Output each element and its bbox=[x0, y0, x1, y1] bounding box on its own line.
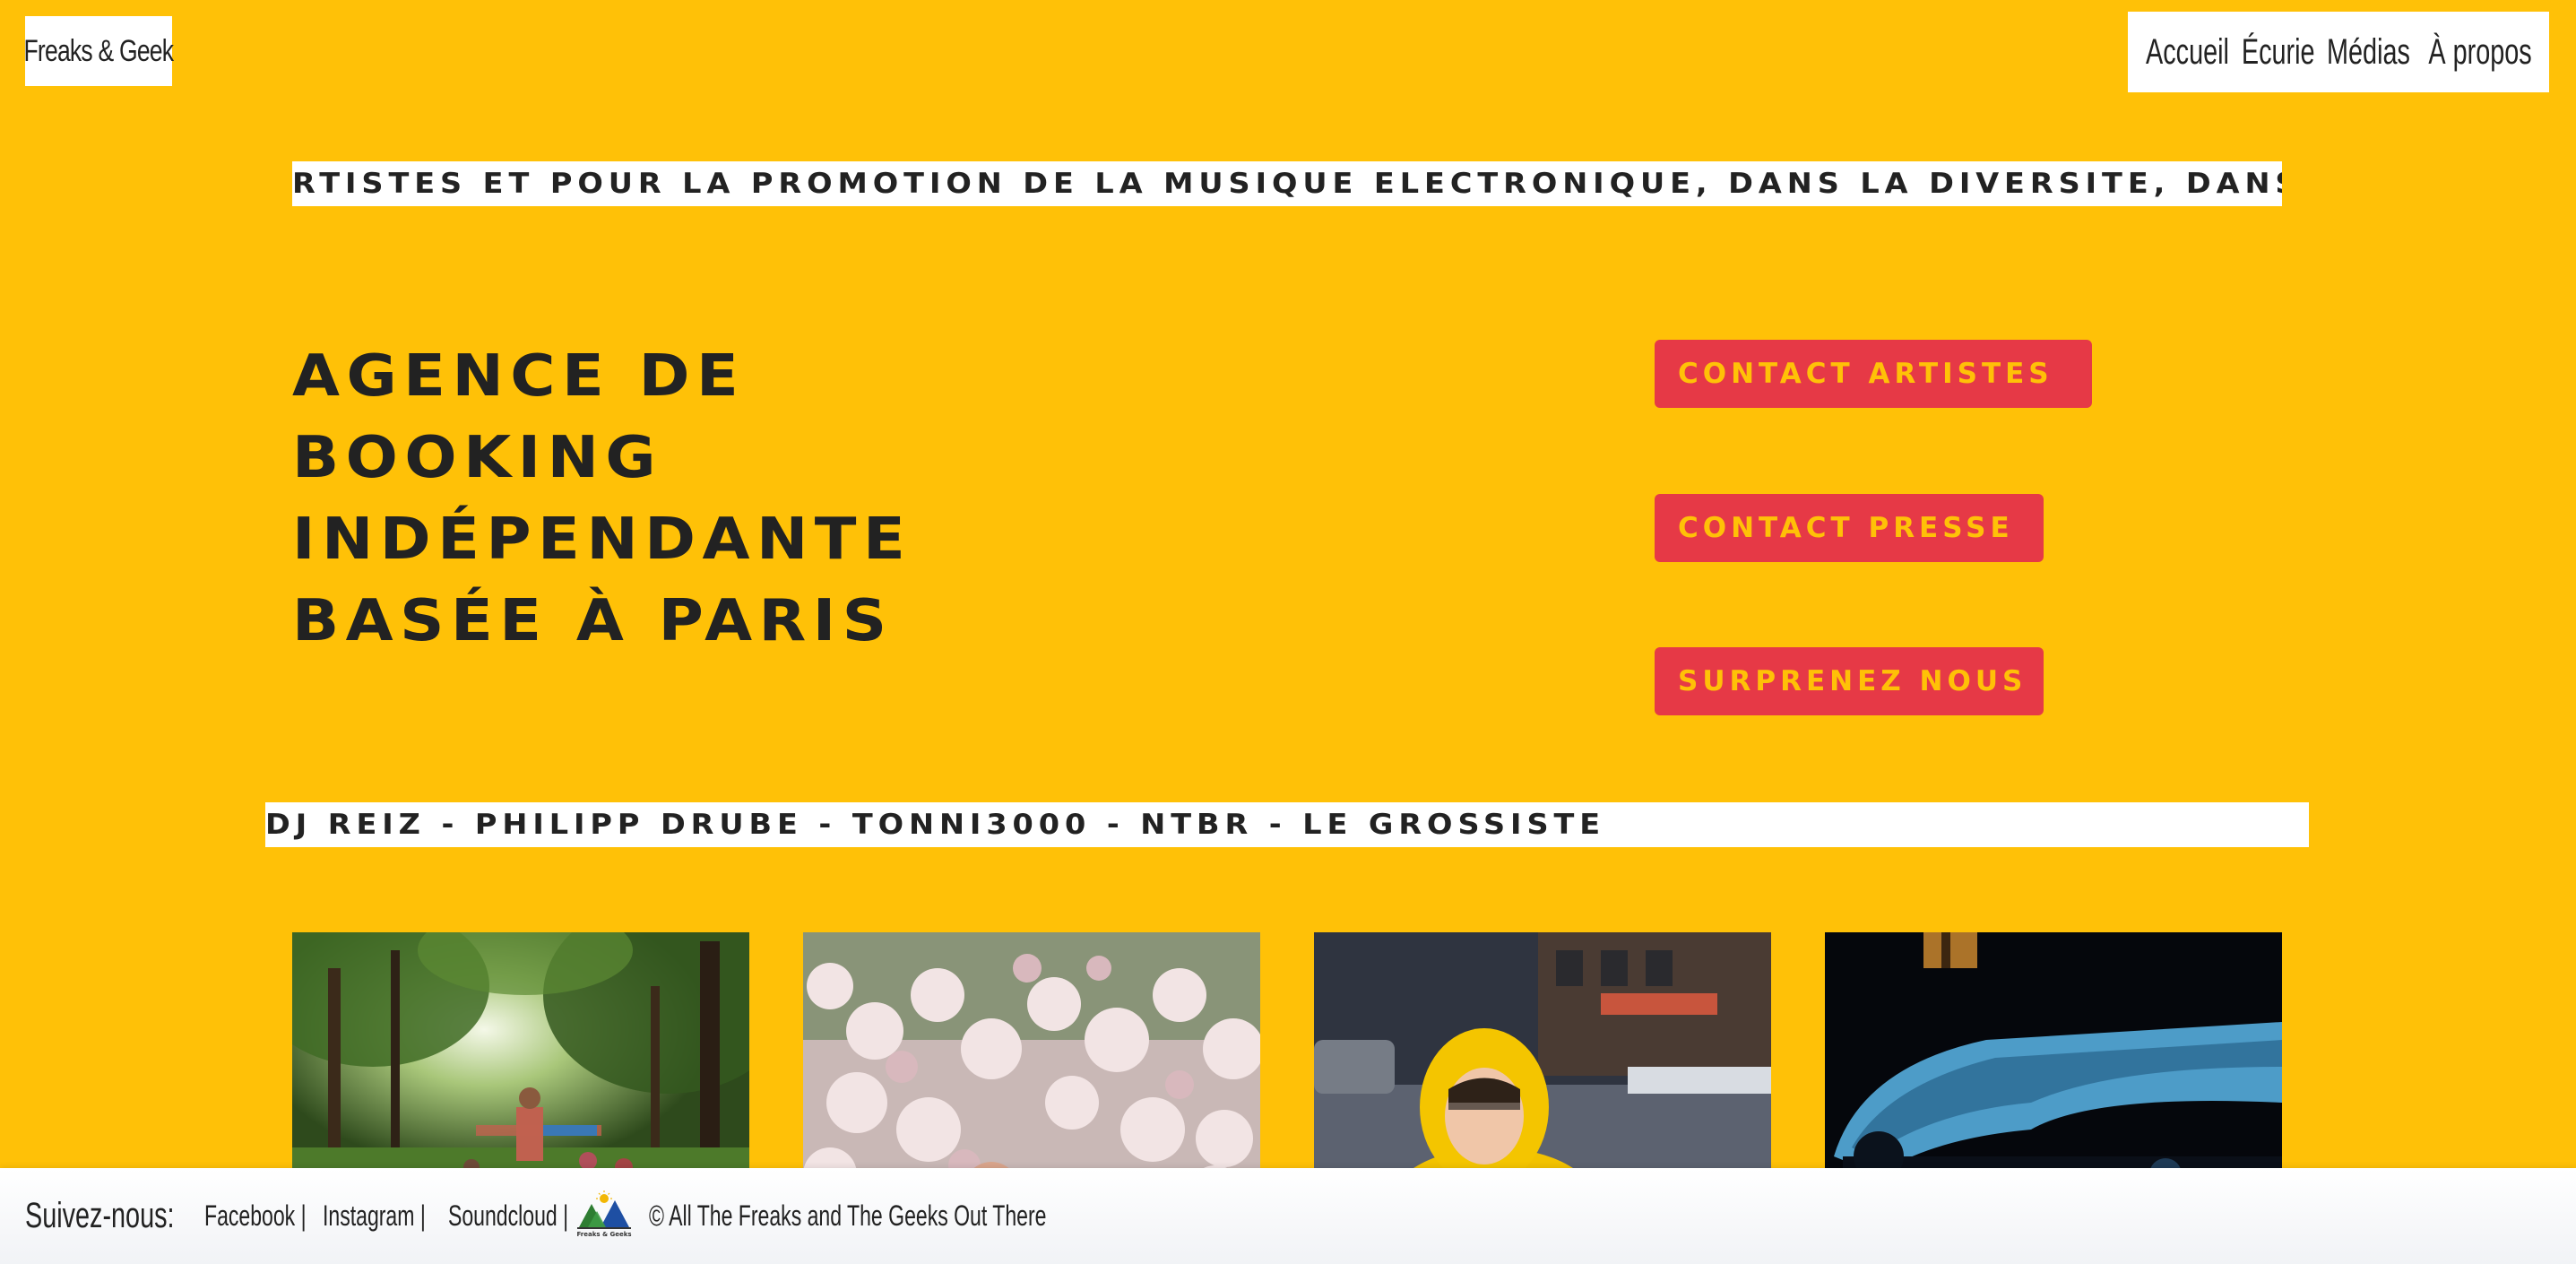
artists-ticker-text: DJ REIZ - PHILIPP DRUBE - TONNI3000 - NT… bbox=[265, 809, 1606, 841]
freaks-geeks-logo: Freaks & Geeks bbox=[576, 1190, 632, 1238]
site-footer: Suivez-nous: Facebook | Instagram | Soun… bbox=[0, 1168, 2576, 1264]
brand-logo-link[interactable]: Freaks & Geek bbox=[23, 16, 175, 86]
follow-us-label: Suivez-nous: bbox=[25, 1196, 175, 1235]
nav-item-accueil[interactable]: Accueil bbox=[2146, 32, 2229, 73]
contact-presse-button[interactable]: Contact Presse bbox=[1655, 494, 2044, 562]
logo-text: Freaks & Geeks bbox=[576, 1231, 631, 1238]
nav-item-ecurie[interactable]: Écurie bbox=[2242, 32, 2315, 73]
facebook-link[interactable]: Facebook | bbox=[204, 1199, 307, 1233]
main-nav: Accueil Écurie Médias À propos bbox=[2128, 12, 2549, 92]
soundcloud-link[interactable]: Soundcloud | bbox=[448, 1199, 568, 1233]
surprenez-nous-button[interactable]: Surprenez Nous bbox=[1655, 647, 2044, 715]
mission-ticker: RTISTES ET POUR LA PROMOTION DE LA MUSIQ… bbox=[292, 161, 2282, 206]
mission-ticker-text: RTISTES ET POUR LA PROMOTION DE LA MUSIQ… bbox=[292, 168, 2282, 200]
contact-artistes-button[interactable]: Contact Artistes bbox=[1655, 340, 2092, 408]
brand-name: Freaks & Geek bbox=[23, 33, 175, 68]
hero-title-line: indépendante bbox=[292, 506, 912, 573]
nav-item-a-propos[interactable]: À propos bbox=[2429, 32, 2532, 73]
copyright-text: © All The Freaks and The Geeks Out There bbox=[649, 1199, 1047, 1232]
hero-title-line: booking bbox=[292, 425, 663, 491]
hero-title: Agence de booking indépendante basée à P… bbox=[292, 336, 1099, 662]
nav-item-medias[interactable]: Médias bbox=[2327, 32, 2410, 73]
instagram-link[interactable]: Instagram | bbox=[323, 1199, 426, 1233]
hero-title-line: Agence de bbox=[292, 343, 746, 410]
hero-title-line: basée à Paris bbox=[292, 588, 894, 654]
artists-ticker: DJ REIZ - PHILIPP DRUBE - TONNI3000 - NT… bbox=[265, 802, 2309, 847]
